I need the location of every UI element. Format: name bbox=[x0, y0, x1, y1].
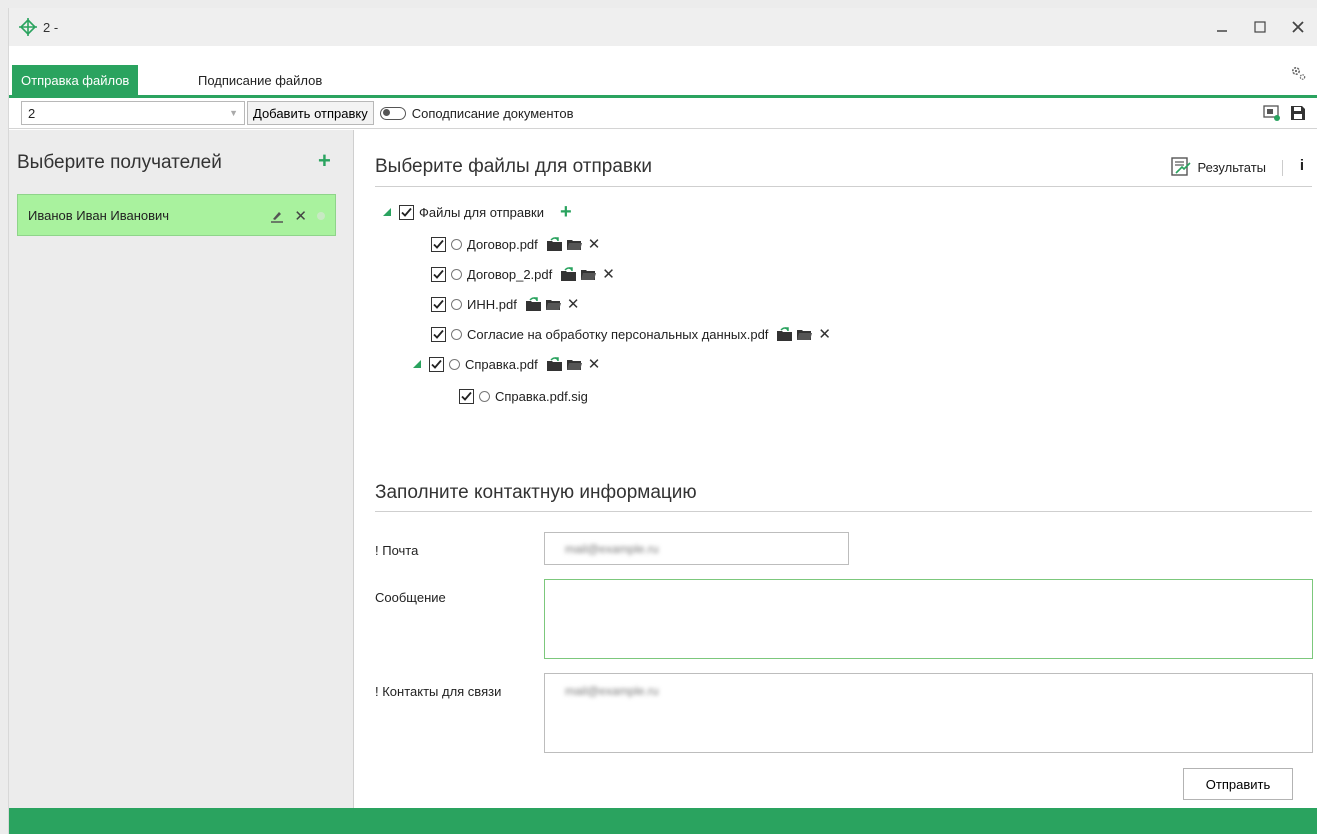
checkbox[interactable] bbox=[431, 236, 446, 252]
chevron-down-icon: ▼ bbox=[229, 108, 238, 118]
add-recipient-button[interactable]: + bbox=[318, 148, 331, 174]
edit-icon[interactable] bbox=[270, 209, 284, 223]
contacts-label: ! Контакты для связи bbox=[375, 684, 502, 699]
replace-file-icon[interactable] bbox=[546, 356, 563, 372]
tab-sign-files[interactable]: Подписание файлов bbox=[189, 65, 331, 95]
file-row: Справка.pdf ✕ bbox=[413, 354, 600, 374]
checkbox[interactable] bbox=[399, 204, 414, 220]
radio-button[interactable] bbox=[451, 268, 462, 280]
add-dispatch-button[interactable]: Добавить отправку bbox=[247, 101, 374, 125]
recipients-heading: Выберите получателей bbox=[17, 152, 222, 173]
app-logo-icon bbox=[19, 18, 37, 36]
email-value: mail@example.ru bbox=[565, 542, 659, 556]
tab-strip: Отправка файлов Подписание файлов bbox=[9, 46, 1317, 98]
file-name: Согласие на обработку персональных данны… bbox=[467, 326, 769, 342]
results-button[interactable]: Результаты bbox=[1170, 156, 1266, 178]
checkbox[interactable] bbox=[431, 266, 446, 282]
status-dot-icon bbox=[317, 212, 325, 220]
file-row: Договор.pdf ✕ bbox=[431, 234, 600, 254]
file-name: Договор.pdf bbox=[467, 236, 538, 252]
preview-icon[interactable] bbox=[1263, 104, 1281, 122]
cosign-label: Соподписание документов bbox=[411, 105, 574, 121]
app-window: 2 - Отправка файлов Подписание файлов 2 … bbox=[8, 8, 1317, 834]
files-heading: Выберите файлы для отправки bbox=[375, 156, 652, 177]
recipients-panel: Выберите получателей + Иванов Иван Ивано… bbox=[9, 130, 354, 808]
file-name: ИНН.pdf bbox=[467, 296, 517, 312]
remove-file-icon[interactable]: ✕ bbox=[567, 295, 580, 313]
file-row: Договор_2.pdf ✕ bbox=[431, 264, 615, 284]
file-name: Договор_2.pdf bbox=[467, 266, 553, 282]
dispatch-select-value: 2 bbox=[28, 105, 36, 121]
checkbox[interactable] bbox=[459, 388, 474, 404]
minimize-icon bbox=[1217, 30, 1227, 32]
toolbar-separator bbox=[1282, 160, 1283, 176]
contacts-field[interactable]: mail@example.ru bbox=[544, 673, 1313, 753]
maximize-icon bbox=[1254, 21, 1266, 33]
results-icon bbox=[1170, 157, 1191, 176]
checkbox[interactable] bbox=[431, 296, 446, 312]
main-panel: Выберите файлы для отправки Результаты i… bbox=[355, 130, 1317, 808]
expand-triangle-icon[interactable] bbox=[383, 208, 391, 216]
save-icon[interactable] bbox=[1289, 104, 1307, 122]
radio-button[interactable] bbox=[479, 390, 490, 402]
remove-file-icon[interactable]: ✕ bbox=[602, 265, 615, 283]
radio-button[interactable] bbox=[449, 358, 460, 370]
maximize-button[interactable] bbox=[1241, 8, 1279, 46]
remove-file-icon[interactable]: ✕ bbox=[588, 235, 601, 253]
tree-root-label: Файлы для отправки bbox=[419, 204, 544, 220]
file-row: ИНН.pdf ✕ bbox=[431, 294, 579, 314]
message-field[interactable] bbox=[544, 579, 1313, 659]
file-row: Справка.pdf.sig bbox=[459, 386, 596, 406]
recipient-item[interactable]: Иванов Иван Иванович ✕ bbox=[17, 194, 336, 236]
recipient-name: Иванов Иван Иванович bbox=[28, 207, 170, 223]
radio-button[interactable] bbox=[451, 238, 462, 250]
minimize-button[interactable] bbox=[1203, 8, 1241, 46]
email-label: ! Почта bbox=[375, 543, 419, 558]
replace-file-icon[interactable] bbox=[560, 266, 577, 282]
file-name: Справка.pdf bbox=[465, 356, 538, 372]
contact-divider bbox=[375, 511, 1312, 512]
file-name: Справка.pdf.sig bbox=[495, 388, 588, 404]
checkbox[interactable] bbox=[431, 326, 446, 342]
open-folder-icon[interactable] bbox=[545, 297, 562, 312]
open-folder-icon[interactable] bbox=[566, 357, 583, 372]
close-button[interactable] bbox=[1279, 8, 1317, 46]
toolbar: 2 ▼ Добавить отправку Соподписание докум… bbox=[9, 98, 1317, 129]
results-label: Результаты bbox=[1197, 159, 1266, 175]
open-folder-icon[interactable] bbox=[566, 237, 583, 252]
replace-file-icon[interactable] bbox=[776, 326, 793, 342]
open-folder-icon[interactable] bbox=[796, 327, 813, 342]
gear-icon[interactable] bbox=[1289, 64, 1307, 82]
cosign-toggle[interactable] bbox=[379, 106, 406, 120]
checkbox[interactable] bbox=[429, 356, 444, 372]
message-label: Сообщение bbox=[375, 590, 446, 605]
contact-heading: Заполните контактную информацию bbox=[375, 482, 697, 503]
recipient-actions: ✕ bbox=[270, 207, 325, 225]
dispatch-select[interactable]: 2 ▼ bbox=[21, 101, 245, 125]
replace-file-icon[interactable] bbox=[546, 236, 563, 252]
window-controls bbox=[1203, 8, 1317, 46]
files-divider bbox=[375, 186, 1312, 187]
window-title: 2 - bbox=[43, 19, 59, 35]
open-folder-icon[interactable] bbox=[580, 267, 597, 282]
replace-file-icon[interactable] bbox=[525, 296, 542, 312]
expand-triangle-icon[interactable] bbox=[413, 360, 421, 368]
close-icon bbox=[1292, 21, 1304, 33]
email-field[interactable]: mail@example.ru bbox=[544, 532, 849, 565]
radio-button[interactable] bbox=[451, 298, 462, 310]
title-bar: 2 - bbox=[9, 8, 1317, 46]
radio-button[interactable] bbox=[451, 328, 462, 340]
send-button[interactable]: Отправить bbox=[1183, 768, 1293, 800]
remove-file-icon[interactable]: ✕ bbox=[818, 325, 831, 343]
status-bar bbox=[9, 808, 1317, 834]
add-file-button[interactable]: + bbox=[560, 202, 572, 222]
contacts-value: mail@example.ru bbox=[565, 684, 659, 698]
tab-send-files[interactable]: Отправка файлов bbox=[12, 65, 139, 95]
tree-root: Файлы для отправки + bbox=[383, 202, 572, 222]
remove-file-icon[interactable]: ✕ bbox=[588, 355, 601, 373]
file-row: Согласие на обработку персональных данны… bbox=[431, 324, 831, 344]
info-button[interactable]: i bbox=[1300, 157, 1304, 174]
toolbar-actions bbox=[1263, 104, 1307, 122]
remove-recipient-icon[interactable]: ✕ bbox=[294, 207, 307, 225]
